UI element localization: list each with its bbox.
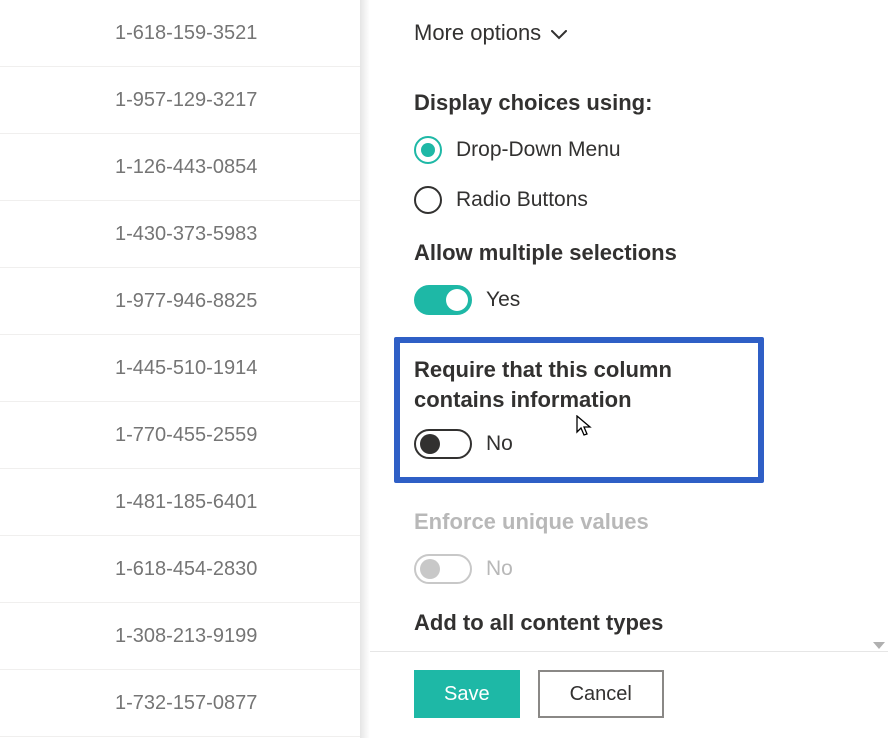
radio-radio-buttons[interactable]: Radio Buttons (414, 186, 844, 214)
list-item[interactable]: 1-618-159-3521 (0, 0, 360, 67)
radio-unselected-icon (414, 186, 442, 214)
more-options-label: More options (414, 20, 541, 46)
enforce-unique-toggle (414, 554, 472, 584)
allow-multiple-toggle-row: Yes (414, 285, 844, 315)
list-item[interactable]: 1-977-946-8825 (0, 268, 360, 335)
list-item[interactable]: 1-308-213-9199 (0, 603, 360, 670)
panel-shadow (360, 0, 370, 738)
radio-label: Drop-Down Menu (456, 138, 621, 162)
require-information-toggle-row: No (414, 429, 744, 459)
require-information-highlight: Require that this column contains inform… (394, 337, 764, 482)
chevron-down-icon (551, 20, 567, 46)
list-item[interactable]: 1-445-510-1914 (0, 335, 360, 402)
column-settings-panel: More options Display choices using: Drop… (370, 0, 888, 738)
enforce-unique-label: Enforce unique values (414, 507, 844, 537)
list-item[interactable]: 1-430-373-5983 (0, 201, 360, 268)
require-information-value: No (486, 432, 513, 456)
require-information-label: Require that this column contains inform… (414, 355, 744, 414)
list-item[interactable]: 1-126-443-0854 (0, 134, 360, 201)
cancel-button[interactable]: Cancel (538, 670, 664, 718)
list-item[interactable]: 1-770-455-2559 (0, 402, 360, 469)
list-item[interactable]: 1-957-129-3217 (0, 67, 360, 134)
background-list: 1-618-159-3521 1-957-129-3217 1-126-443-… (0, 0, 360, 738)
panel-body: More options Display choices using: Drop… (370, 0, 888, 651)
allow-multiple-label: Allow multiple selections (414, 238, 844, 268)
scrollbar[interactable] (870, 0, 888, 651)
radio-dropdown-menu[interactable]: Drop-Down Menu (414, 136, 844, 164)
list-item[interactable]: 1-481-185-6401 (0, 469, 360, 536)
allow-multiple-value: Yes (486, 288, 520, 312)
enforce-unique-value: No (486, 557, 513, 581)
save-button[interactable]: Save (414, 670, 520, 718)
add-all-content-types-label: Add to all content types (414, 608, 844, 638)
more-options-toggle[interactable]: More options (414, 10, 844, 64)
scroll-down-icon (873, 642, 885, 649)
app-root: 1-618-159-3521 1-957-129-3217 1-126-443-… (0, 0, 888, 738)
list-item[interactable]: 1-732-157-0877 (0, 670, 360, 737)
side-panel: More options Display choices using: Drop… (360, 0, 888, 738)
allow-multiple-toggle[interactable] (414, 285, 472, 315)
require-information-toggle[interactable] (414, 429, 472, 459)
list-item[interactable]: 1-618-454-2830 (0, 536, 360, 603)
display-choices-label: Display choices using: (414, 88, 844, 118)
panel-footer: Save Cancel (370, 651, 888, 738)
display-choices-group: Drop-Down Menu Radio Buttons (414, 136, 844, 214)
enforce-unique-toggle-row: No (414, 554, 844, 584)
radio-selected-icon (414, 136, 442, 164)
radio-label: Radio Buttons (456, 188, 588, 212)
